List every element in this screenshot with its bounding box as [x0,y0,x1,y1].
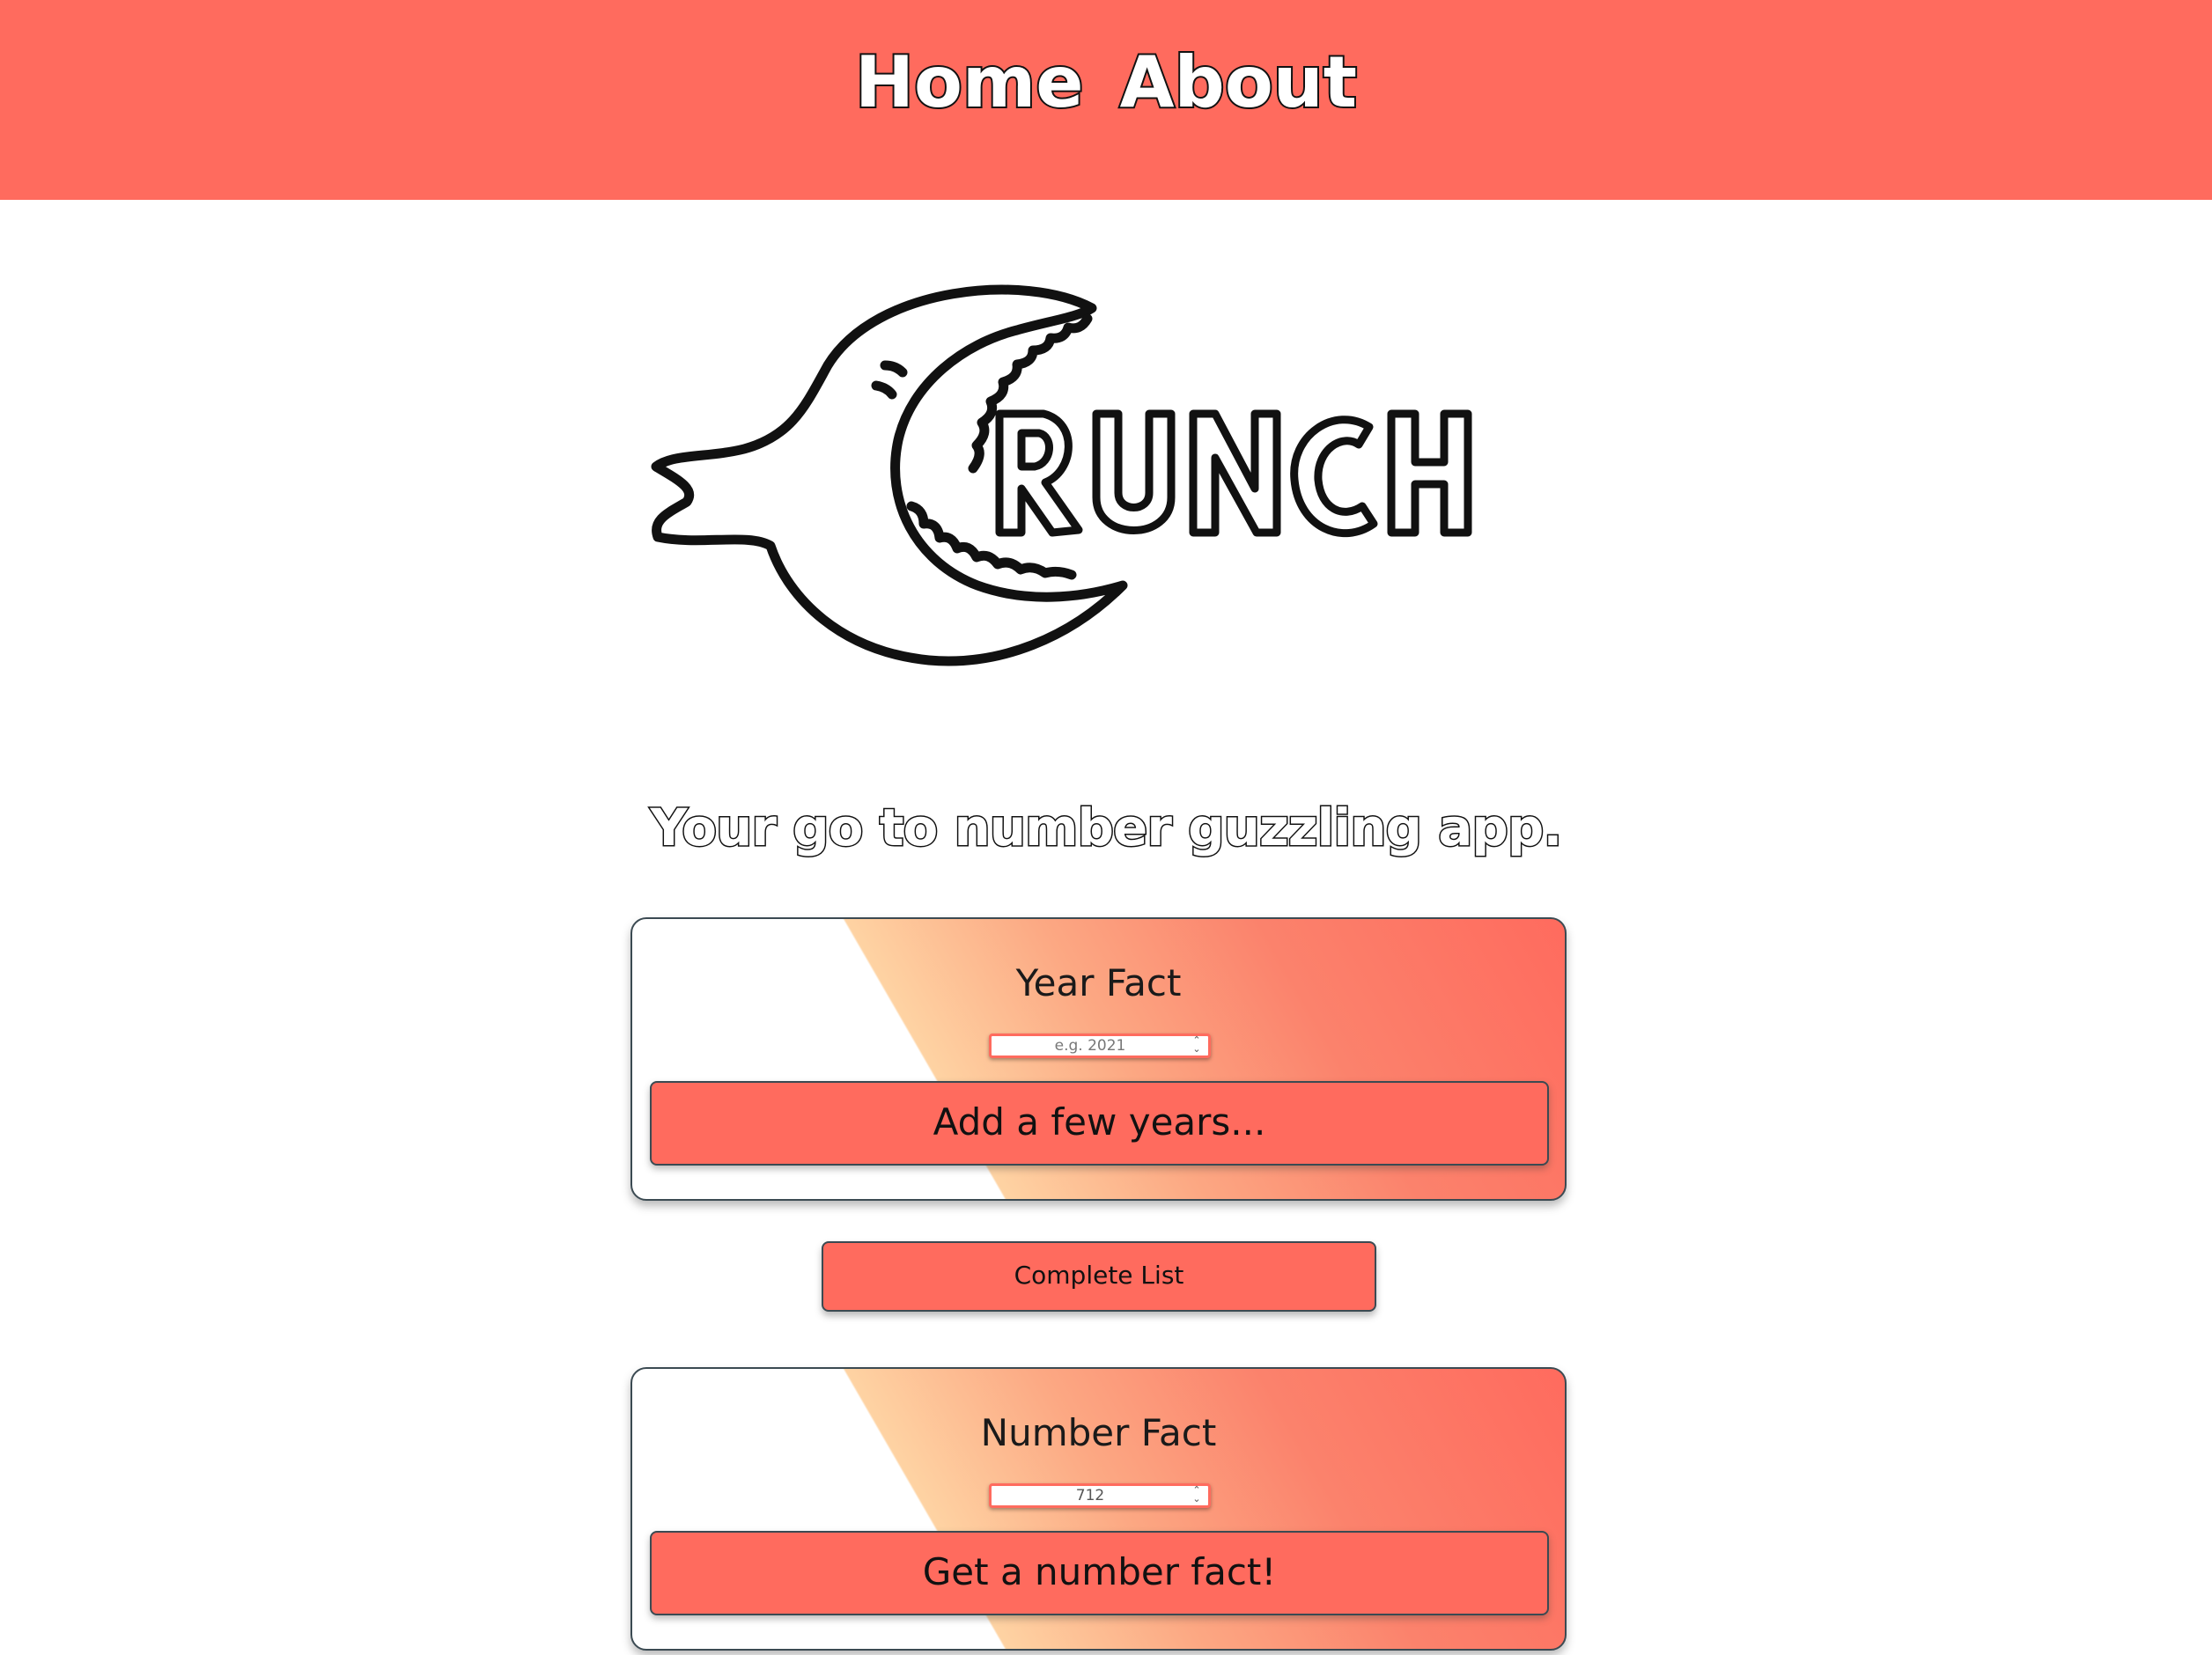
year-input-spinner-icon[interactable]: ⌃ ⌄ [1188,1035,1206,1056]
number-fact-title: Number Fact [980,1411,1217,1454]
complete-list-button[interactable]: Complete List [822,1241,1376,1312]
number-fact-card: Number Fact ⌃⌄ Get a number fact! [630,1367,1567,1651]
add-a-few-years-button[interactable]: Add a few years... [650,1081,1549,1166]
year-input[interactable] [989,1033,1211,1058]
nav-home-link[interactable]: Home [853,39,1086,127]
nav-about-link[interactable]: About [1118,39,1359,127]
crunch-logo [651,284,1472,666]
number-input-spinner-icon[interactable]: ⌃ ⌄ [1188,1485,1206,1505]
get-number-fact-button[interactable]: Get a number fact! [650,1531,1549,1615]
nav-links: Home About [0,39,2212,127]
crunch-wordmark [995,409,1472,538]
top-nav-bar: Home About [0,0,2212,200]
tagline: Your go to number guzzling app. [649,797,1564,859]
year-fact-card: Year Fact ⌃⌄ Add a few years... [630,917,1567,1201]
number-input[interactable] [989,1483,1211,1508]
year-fact-title: Year Fact [1015,961,1182,1004]
